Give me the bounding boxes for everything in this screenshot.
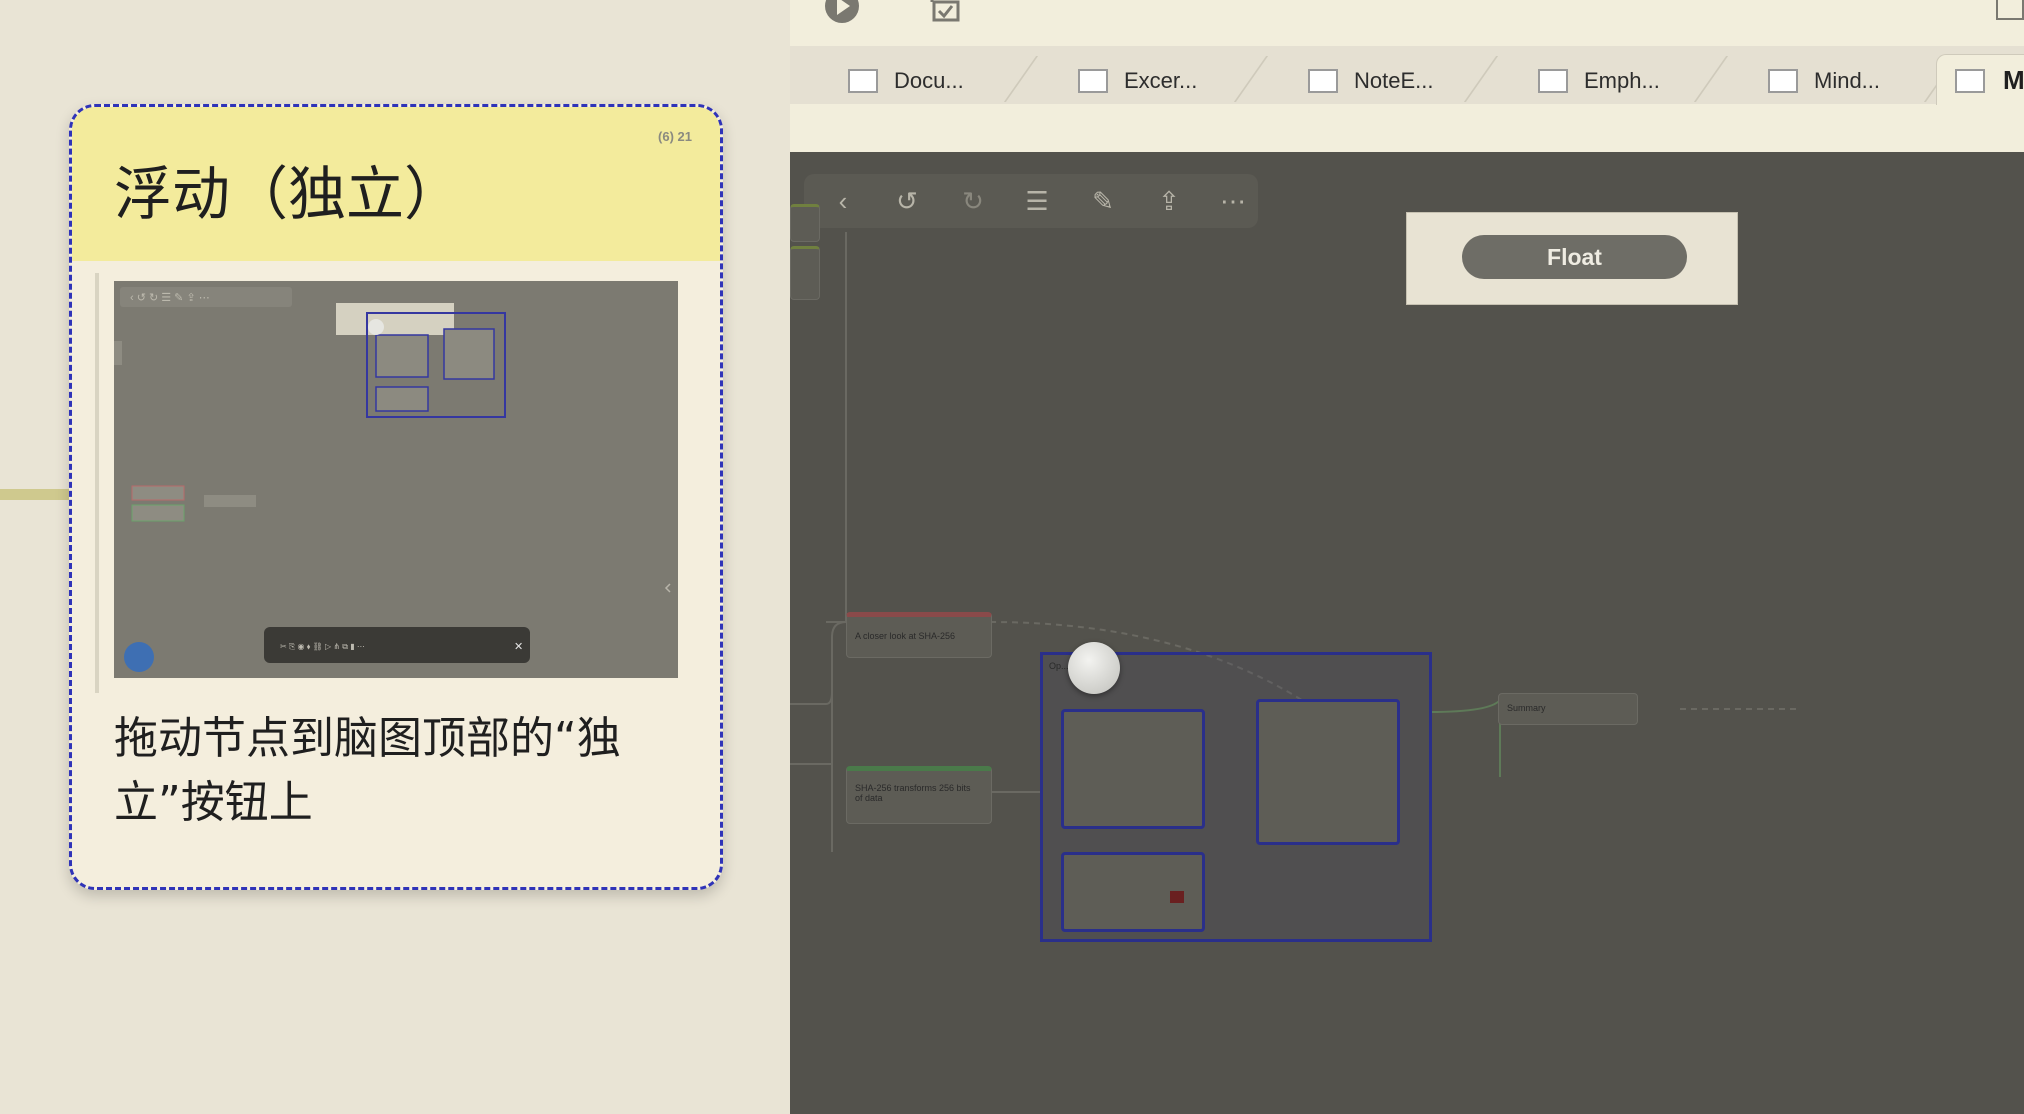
tab-bar: Docu... Excer... NoteE... Emph... Mind..… [790, 46, 2024, 104]
card-screenshot-image: ‹ ↺ ↻ ☰ ✎ ⇪ ⋯ ✂ ⎘ ◉ ⬧ ⛓ ▷ ⋔ ⧉ ▮ ⋯ ✕ [114, 281, 678, 678]
note-card[interactable]: (6) 21 浮动（独立） ‹ ↺ ↻ ☰ ✎ ⇪ ⋯ ✂ ⎘ ◉ ⬧ ⛓ ▷ … [69, 104, 723, 890]
tab-excerpt[interactable]: Excer... [1078, 58, 1197, 104]
svg-text:✂ ⎘ ◉ ⬧ ⛓ ▷ ⋔ ⧉ ▮ ⋯: ✂ ⎘ ◉ ⬧ ⛓ ▷ ⋔ ⧉ ▮ ⋯ [280, 642, 365, 651]
back-icon[interactable]: ‹ [826, 184, 860, 218]
mindmap-node-image[interactable] [1061, 852, 1205, 932]
image-thumbnail [1170, 891, 1184, 903]
tab-label: Docu... [894, 68, 964, 93]
node-text: SHA-256 transforms 256 bits of data [855, 783, 971, 803]
mindmap-node[interactable] [790, 246, 820, 300]
card-header: (6) 21 浮动（独立） [72, 107, 720, 261]
mindmap-node[interactable] [1256, 699, 1400, 845]
tab-active-mindmap[interactable]: M [1936, 54, 2024, 105]
tab-emphasis[interactable]: Emph... [1538, 58, 1660, 104]
svg-text:‹ ↺ ↻ ☰ ✎ ⇪ ⋯: ‹ ↺ ↻ ☰ ✎ ⇪ ⋯ [130, 292, 210, 304]
left-pane: (6) 21 浮动（独立） ‹ ↺ ↻ ☰ ✎ ⇪ ⋯ ✂ ⎘ ◉ ⬧ ⛓ ▷ … [0, 0, 790, 1114]
mindmap-node[interactable] [1061, 709, 1205, 829]
edit-icon[interactable]: ✎ [1086, 184, 1120, 218]
undo-icon[interactable]: ↺ [890, 184, 924, 218]
mindmap-node[interactable] [790, 204, 820, 242]
mindmap-connector [0, 489, 72, 500]
drag-cursor-indicator [1068, 642, 1120, 694]
play-icon[interactable] [824, 0, 860, 24]
redo-icon[interactable]: ↻ [956, 184, 990, 218]
card-screenshot-drawing: ‹ ↺ ↻ ☰ ✎ ⇪ ⋯ ✂ ⎘ ◉ ⬧ ⛓ ▷ ⋔ ⧉ ▮ ⋯ ✕ [114, 281, 678, 678]
list-icon[interactable]: ☰ [1020, 184, 1054, 218]
app-window: Docu... Excer... NoteE... Emph... Mind..… [790, 0, 2024, 1114]
mindmap-node-summary[interactable]: Summary [1498, 693, 1638, 725]
tab-label: M [2003, 65, 2024, 95]
float-button[interactable]: Float [1462, 235, 1687, 279]
tab-label: Mind... [1814, 68, 1881, 93]
document-tab-icon [848, 69, 878, 93]
tab-note-editor[interactable]: NoteE... [1308, 58, 1433, 104]
group-label: Op... [1049, 661, 1069, 671]
window-top-strip [790, 0, 2024, 46]
svg-text:✕: ✕ [514, 641, 523, 653]
more-icon[interactable]: ⋯ [1216, 184, 1250, 218]
emphasis-tab-icon [1538, 69, 1568, 93]
mindmap-canvas[interactable]: ‹ ↺ ↻ ☰ ✎ ⇪ ⋯ Float A closer look at SHA… [790, 152, 2024, 1114]
node-text: Summary [1507, 703, 1546, 713]
tab-label: Excer... [1124, 68, 1198, 93]
task-list-icon[interactable] [924, 0, 964, 28]
float-panel: Float [1406, 212, 1738, 305]
menu-icon[interactable] [1996, 0, 2024, 20]
quote-bar [95, 273, 99, 693]
tab-label: NoteE... [1354, 68, 1434, 93]
tab-document[interactable]: Docu... [848, 58, 964, 104]
tab-mindmap[interactable]: Mind... [1768, 58, 1880, 104]
share-icon[interactable]: ⇪ [1152, 184, 1186, 218]
mindmap-tab-icon [1955, 69, 1985, 93]
excerpt-tab-icon [1078, 69, 1108, 93]
note-editor-tab-icon [1308, 69, 1338, 93]
mindmap-node-red[interactable]: A closer look at SHA-256 [846, 612, 992, 658]
mindmap-toolbar: ‹ ↺ ↻ ☰ ✎ ⇪ ⋯ [804, 174, 1258, 228]
card-badge: (6) 21 [658, 129, 692, 144]
mindmap-tab-icon [1768, 69, 1798, 93]
card-title: 浮动（独立） [114, 160, 463, 228]
node-text: A closer look at SHA-256 [855, 631, 956, 641]
tab-label: Emph... [1584, 68, 1660, 93]
mindmap-node-green[interactable]: SHA-256 transforms 256 bits of data [846, 766, 992, 824]
card-text: 拖动节点到脑图顶部的“独立”按钮上 [114, 713, 621, 828]
